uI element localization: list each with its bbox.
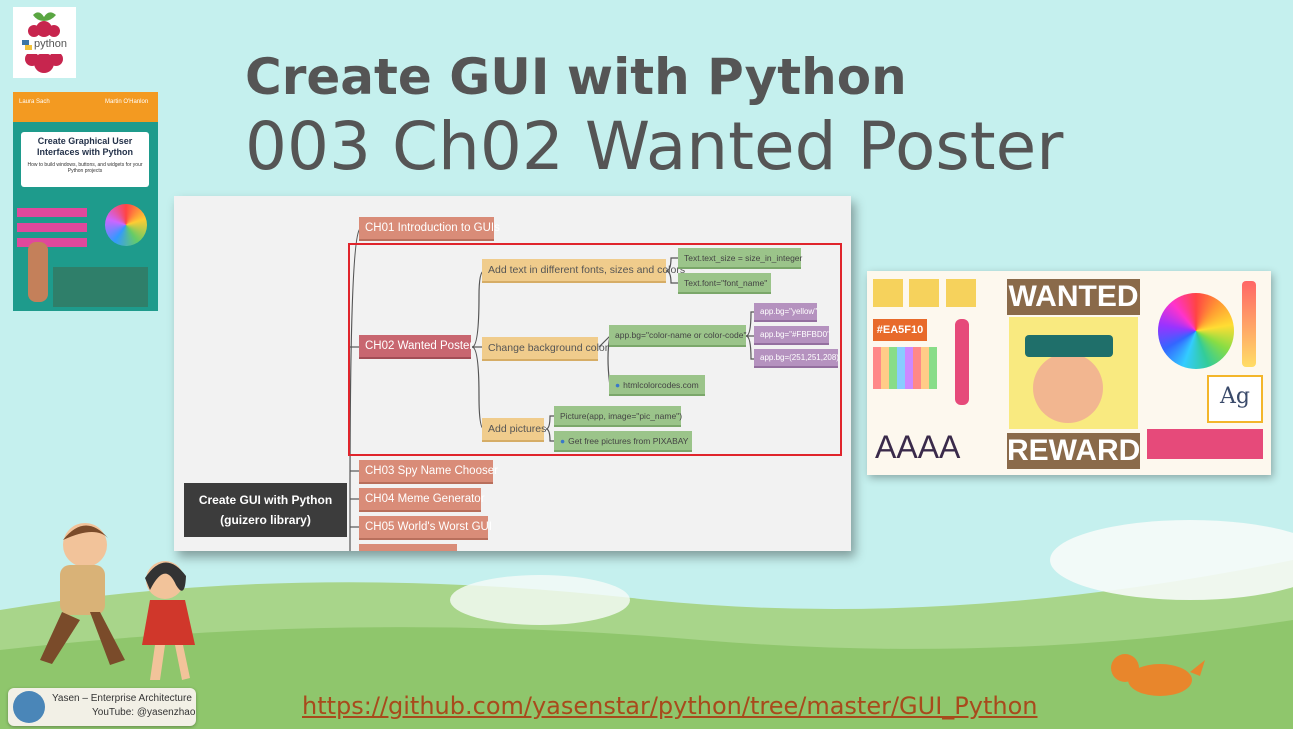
root-line1: Create GUI with Python bbox=[198, 493, 333, 507]
hex-color-label: #EA5F10 bbox=[873, 319, 927, 341]
github-link[interactable]: https://github.com/yasenstar/python/tree… bbox=[302, 692, 1038, 720]
channel-card: Yasen – Enterprise Architecture YouTube:… bbox=[8, 688, 196, 726]
book-cover: Laura Sach Martin O'Hanlon Create Graphi… bbox=[13, 92, 158, 311]
avatar bbox=[13, 691, 45, 723]
chapter-ch03[interactable]: CH03 Spy Name Chooser bbox=[359, 460, 498, 484]
python-raspberry-logo: python bbox=[13, 7, 76, 78]
mind-map: Create GUI with Python (guizero library)… bbox=[174, 196, 851, 551]
mind-map-root[interactable]: Create GUI with Python (guizero library) bbox=[184, 483, 347, 537]
book-author-left: Laura Sach bbox=[19, 99, 50, 105]
ch02-highlight-box bbox=[348, 243, 842, 456]
book-author-right: Martin O'Hanlon bbox=[105, 99, 149, 105]
root-line2: (guizero library) bbox=[220, 513, 311, 527]
channel-youtube: YouTube: @yasenzhao bbox=[92, 707, 196, 718]
channel-name: Yasen – Enterprise Architecture bbox=[52, 693, 192, 704]
chapter-ch06-partial[interactable] bbox=[359, 544, 457, 551]
slide-subtitle: 003 Ch02 Wanted Poster bbox=[245, 108, 1064, 185]
chapter-ch04[interactable]: CH04 Meme Generator bbox=[359, 488, 485, 512]
chapter-ch01[interactable]: CH01 Introduction to GUIs bbox=[359, 217, 500, 241]
book-title: Create Graphical User Interfaces with Py… bbox=[36, 136, 134, 157]
reward-label: REWARD bbox=[1007, 433, 1141, 469]
book-subtitle: How to build windows, buttons, and widge… bbox=[27, 162, 143, 174]
color-wheel-icon bbox=[1158, 293, 1234, 369]
ag-font-icon: Ag bbox=[1207, 375, 1263, 423]
slide-title: Create GUI with Python bbox=[245, 48, 907, 106]
chapter-ch05[interactable]: CH05 World's Worst GUI bbox=[359, 516, 492, 540]
font-size-letters: AAAA bbox=[875, 429, 961, 465]
python-label: python bbox=[34, 38, 68, 50]
wanted-poster-illustration: #EA5F10 AAAA WANTED REWARD Ag bbox=[867, 271, 1271, 475]
wanted-label: WANTED bbox=[1007, 279, 1140, 315]
